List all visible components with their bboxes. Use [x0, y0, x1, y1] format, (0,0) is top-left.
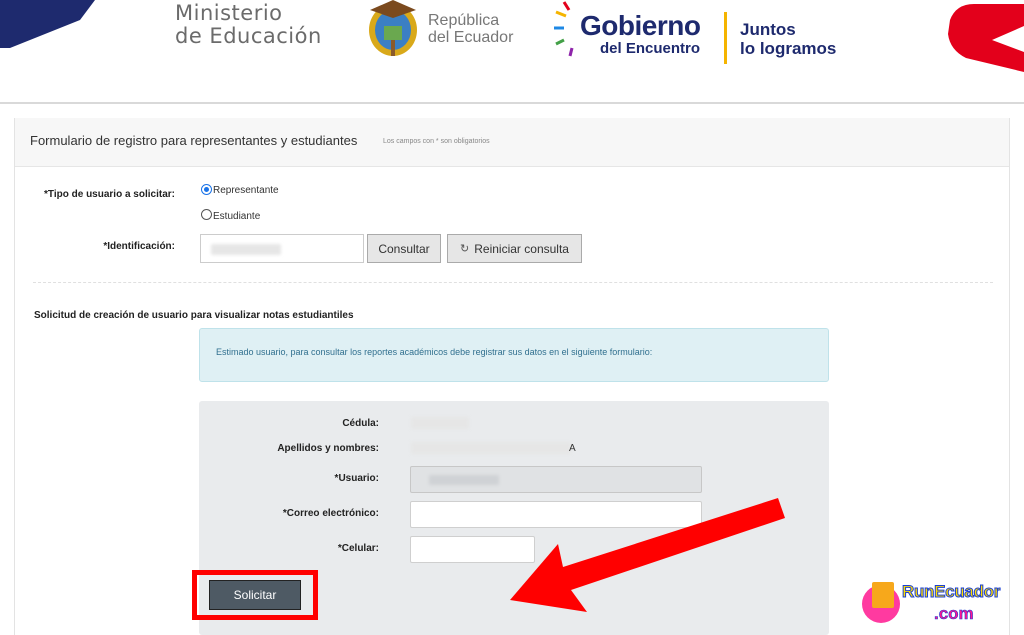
email-input[interactable] — [410, 501, 702, 528]
reset-consult-label: Reiniciar consulta — [474, 241, 569, 256]
user-type-label: *Tipo de usuario a solicitar: — [44, 189, 175, 200]
names-label: Apellidos y nombres: — [277, 443, 379, 454]
slogan-line1: Juntos — [740, 20, 796, 39]
redacted-names — [411, 442, 571, 454]
radio-representante-label[interactable]: Representante — [213, 185, 279, 196]
request-section-title: Solicitud de creación de usuario para vi… — [34, 310, 354, 321]
watermark-line1: RunEcuador — [901, 582, 1001, 602]
redacted-user — [429, 475, 499, 485]
required-note: Los campos con * son obligatorios — [383, 138, 490, 145]
phone-label: *Celular: — [337, 543, 379, 554]
ministry-line2: de Educación — [175, 24, 322, 48]
logo-separator — [724, 12, 727, 64]
panel-header: Formulario de registro para representant… — [15, 118, 1009, 167]
ministry-logo-text: Ministerio de Educación — [175, 2, 322, 48]
ministry-line1: Ministerio — [175, 1, 283, 25]
section-divider — [33, 282, 993, 283]
redacted-cedula — [411, 417, 469, 429]
coat-of-arms-icon — [369, 0, 417, 56]
email-label: *Correo electrónico: — [282, 508, 379, 519]
radio-estudiante[interactable] — [201, 209, 212, 220]
right-banner-shape — [948, 4, 1024, 72]
consult-button[interactable]: Consultar — [367, 234, 441, 263]
radio-representante[interactable] — [201, 184, 212, 195]
slogan: Juntos lo logramos — [740, 20, 836, 58]
site-header: Ministerio de Educación República del Ec… — [0, 0, 1024, 104]
names-value-tail: A — [569, 443, 576, 454]
watermark-document-icon — [872, 582, 894, 608]
refresh-icon: ↻ — [460, 243, 470, 255]
reset-consult-button[interactable]: ↻ Reiniciar consulta — [447, 234, 582, 263]
registration-panel: Formulario de registro para representant… — [14, 118, 1010, 635]
gobierno-title: Gobierno — [580, 10, 701, 41]
panel-title: Formulario de registro para representant… — [30, 133, 358, 148]
user-label: *Usuario: — [334, 473, 379, 484]
left-banner-shape — [0, 0, 95, 48]
phone-input[interactable] — [410, 536, 535, 563]
submit-highlight: Solicitar — [192, 570, 318, 620]
user-input — [410, 466, 702, 493]
redacted-id — [211, 244, 281, 255]
republic-line2: del Ecuador — [428, 29, 514, 46]
info-alert: Estimado usuario, para consultar los rep… — [199, 328, 829, 382]
slogan-line2: lo logramos — [740, 39, 837, 58]
gobierno-subtitle: del Encuentro — [600, 40, 701, 57]
cedula-label: Cédula: — [342, 418, 379, 429]
radio-estudiante-label[interactable]: Estudiante — [213, 211, 260, 222]
runecuador-watermark: RunEcuador .com — [860, 582, 1020, 632]
republic-line1: República — [428, 12, 500, 29]
info-alert-text: Estimado usuario, para consultar los rep… — [216, 347, 653, 357]
watermark-line2: .com — [934, 604, 974, 624]
identification-input[interactable] — [200, 234, 364, 263]
republic-logo-text: República del Ecuador — [428, 12, 513, 46]
submit-button[interactable]: Solicitar — [209, 580, 301, 610]
identification-label: *Identificación: — [103, 241, 175, 252]
